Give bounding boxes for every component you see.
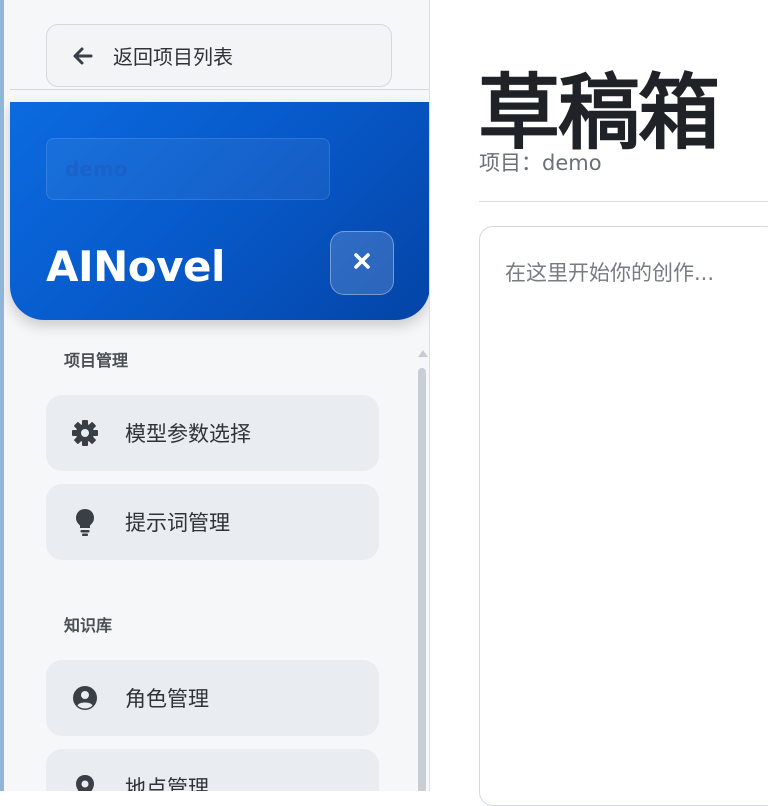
arrow-left-icon [71, 43, 97, 69]
draft-editor[interactable]: 在这里开始你的创作... [479, 226, 768, 806]
nav-item-label: 提示词管理 [125, 511, 230, 535]
nav-item-label: 角色管理 [125, 687, 209, 711]
map-pin-icon [70, 772, 100, 791]
nav-item-label: 地点管理 [125, 776, 209, 791]
section-title-knowledge-base: 知识库 [64, 616, 113, 635]
scroll-up-arrow-icon[interactable] [418, 350, 428, 357]
project-selector-value: demo [65, 157, 128, 181]
sidebar: 返回项目列表 demo AINovel 项目管理 模型参数选择 提示词管理 知识… [4, 0, 430, 791]
app-title: AINovel [46, 242, 225, 291]
gear-icon [70, 418, 100, 448]
back-to-projects-button[interactable]: 返回项目列表 [46, 24, 392, 87]
lightbulb-icon [70, 507, 100, 537]
nav-item-location-management[interactable]: 地点管理 [46, 749, 379, 791]
back-button-label: 返回项目列表 [113, 45, 233, 69]
divider [10, 89, 429, 90]
scrollbar-thumb[interactable] [418, 368, 426, 791]
project-selector[interactable]: demo [46, 138, 330, 200]
close-sidebar-button[interactable] [330, 231, 394, 295]
nav-item-character-management[interactable]: 角色管理 [46, 660, 379, 736]
nav-item-prompt-management[interactable]: 提示词管理 [46, 484, 379, 560]
close-icon [351, 250, 373, 276]
nav-item-label: 模型参数选择 [125, 422, 251, 446]
section-title-project-management: 项目管理 [64, 351, 129, 370]
project-label: 项目：demo [479, 151, 602, 175]
user-circle-icon [70, 683, 100, 713]
editor-placeholder: 在这里开始你的创作... [505, 261, 715, 285]
sidebar-scrollbar[interactable] [416, 350, 428, 791]
divider [479, 201, 768, 202]
brand-header: demo AINovel [10, 102, 429, 320]
nav-item-model-params[interactable]: 模型参数选择 [46, 395, 379, 471]
